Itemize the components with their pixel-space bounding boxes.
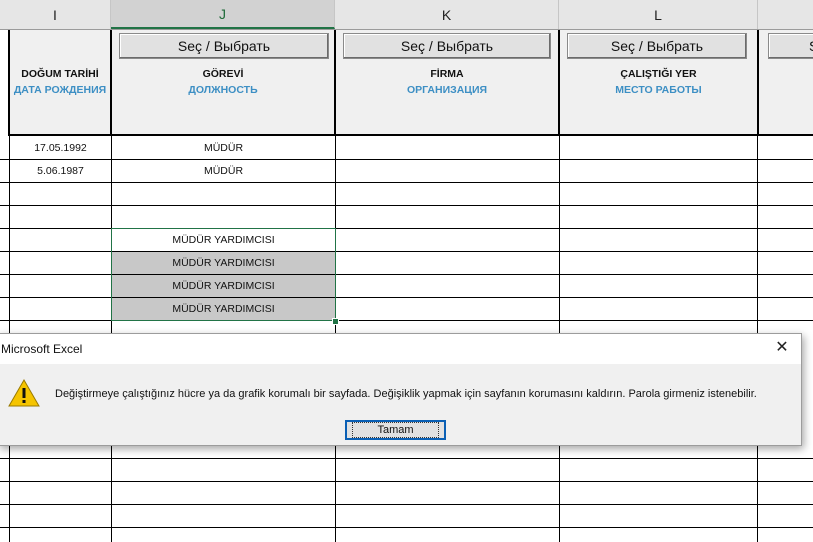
cell-position[interactable]: MÜDÜR YARDIMCISI [112,298,335,320]
fill-handle[interactable] [332,318,339,325]
spreadsheet: I J K L DOĞUM TARİHİ ДАТА РОЖДЕНИЯ Seç /… [0,0,813,542]
cell-birth-date[interactable]: 5.06.1987 [10,160,111,182]
dialog-titlebar: Microsoft Excel ✕ [0,334,801,364]
column-header-j[interactable]: J [111,0,335,29]
header-label-tr: DOĞUM TARİHİ [21,68,99,80]
column-header-i[interactable]: I [0,0,111,29]
header-cell-birth-date: DOĞUM TARİHİ ДАТА РОЖДЕНИЯ [8,30,112,136]
column-header-l[interactable]: L [559,0,758,29]
cell-position[interactable]: MÜDÜR YARDIMCISI [112,229,335,251]
dialog-title: Microsoft Excel [1,342,83,356]
select-button-company[interactable]: Seç / Выбрать [343,33,551,59]
ok-button-label: Tamam [352,422,439,438]
header-label-ru: МЕСТО РАБОТЫ [615,84,702,96]
header-cell-position: Seç / Выбрать GÖREVİ ДОЛЖНОСТЬ [112,30,336,136]
header-label-ru: ОРГАНИЗАЦИЯ [406,84,488,96]
header-label-tr: FİRMA [430,68,464,80]
protection-warning-dialog: Microsoft Excel ✕ Değiştirmeye çalıştığı… [0,333,802,446]
header-label-ru: ДОЛЖНОСТЬ [188,84,258,96]
cell-birth-date[interactable]: 17.05.1992 [10,137,111,159]
cell-position[interactable]: MÜDÜR YARDIMCISI [112,275,335,297]
close-icon[interactable]: ✕ [773,339,791,357]
header-label-ru: ДАТА РОЖДЕНИЯ [13,84,107,96]
select-button-workplace[interactable]: Seç / Выбрать [567,33,747,59]
cell-position[interactable]: MÜDÜR [112,160,335,182]
ok-button[interactable]: Tamam [345,420,446,440]
cell-position[interactable]: MÜDÜR YARDIMCISI [112,252,335,274]
column-header-m[interactable] [758,0,813,29]
select-button-position[interactable]: Seç / Выбрать [119,33,329,59]
header-label-tr: ÇALIŞTIĞI YER [620,68,697,80]
cell-position[interactable]: MÜDÜR [112,137,335,159]
header-cell-workplace: Seç / Выбрать ÇALIŞTIĞI YER МЕСТО РАБОТЫ [560,30,759,136]
select-button-m[interactable]: S [768,33,813,59]
header-cell-company: Seç / Выбрать FİRMA ОРГАНИЗАЦИЯ [336,30,560,136]
warning-icon [8,378,40,408]
header-cell-m: S [759,30,813,136]
column-header-k[interactable]: K [335,0,559,29]
header-label-tr: GÖREVİ [202,68,244,80]
dialog-message: Değiştirmeye çalıştığınız hücre ya da gr… [55,388,757,400]
